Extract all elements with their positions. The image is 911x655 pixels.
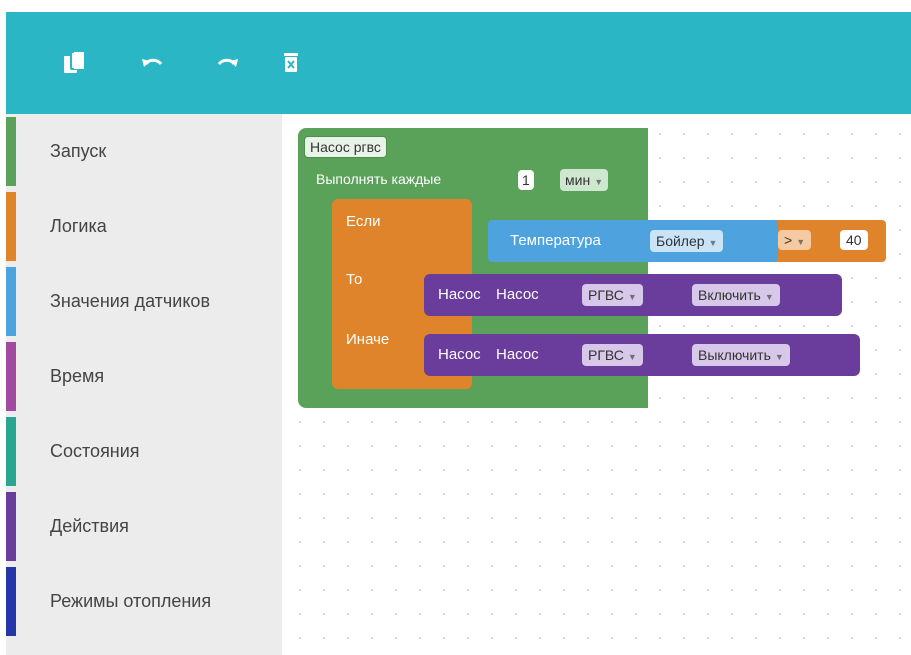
command-value: Включить	[698, 287, 761, 303]
category-logic[interactable]: Логика	[6, 189, 282, 264]
category-label: Логика	[50, 216, 107, 236]
action-label: Насос	[438, 346, 481, 363]
category-color-bar	[6, 567, 16, 636]
copy-button[interactable]	[62, 50, 88, 76]
category-states[interactable]: Состояния	[6, 414, 282, 489]
event-name-field[interactable]: Насос ргвс	[304, 136, 387, 158]
category-color-bar	[6, 492, 16, 561]
blocks-workspace[interactable]: Насос ргвс Выполнять каждые 1 мин ▼ Если …	[282, 114, 911, 655]
category-label: Запуск	[50, 141, 107, 161]
command-dropdown[interactable]: Включить ▼	[692, 284, 780, 306]
chevron-down-icon: ▼	[796, 237, 806, 247]
sensor-dropdown[interactable]: Бойлер ▼	[650, 230, 724, 252]
category-label: Режимы отопления	[50, 591, 212, 611]
category-color-bar	[6, 267, 16, 336]
if-label: Если	[346, 213, 381, 230]
sensor-block[interactable]: Температура Бойлер ▼	[488, 220, 778, 262]
operator-value: >	[784, 232, 793, 248]
then-label: То	[346, 271, 363, 288]
redo-icon	[215, 52, 241, 74]
unit-dropdown[interactable]: мин ▼	[560, 169, 609, 191]
block-category-sidebar: Запуск Логика Значения датчиков Время Со…	[6, 114, 282, 655]
category-actions[interactable]: Действия	[6, 489, 282, 564]
repeat-label: Выполнять каждые	[316, 171, 442, 187]
category-color-bar	[6, 117, 16, 186]
category-time[interactable]: Время	[6, 339, 282, 414]
chevron-down-icon: ▼	[764, 292, 774, 302]
undo-icon	[139, 52, 165, 74]
compare-block[interactable]: > ▼ 40	[770, 220, 886, 262]
action-label: Насос	[438, 286, 481, 303]
category-sensor-values[interactable]: Значения датчиков	[6, 264, 282, 339]
device-value: РГВС	[588, 347, 624, 363]
chevron-down-icon: ▼	[708, 238, 718, 248]
else-action-block[interactable]: Насос Насос РГВС ▼ Выключить ▼	[424, 334, 860, 376]
operator-dropdown[interactable]: > ▼	[778, 230, 812, 250]
device-value: РГВС	[588, 287, 624, 303]
category-launch[interactable]: Запуск	[6, 114, 282, 189]
device-type-label: Насос	[496, 286, 539, 303]
chevron-down-icon: ▼	[627, 352, 637, 362]
trash-icon	[281, 51, 301, 75]
command-dropdown[interactable]: Выключить ▼	[692, 344, 790, 366]
category-color-bar	[6, 417, 16, 486]
undo-button[interactable]	[139, 50, 165, 76]
sensor-label: Температура	[510, 232, 601, 249]
unit-value: мин	[565, 172, 591, 188]
interval-field[interactable]: 1	[518, 170, 534, 190]
category-label: Состояния	[50, 441, 140, 461]
app-window: Запуск Логика Значения датчиков Время Со…	[6, 12, 911, 655]
chevron-down-icon: ▼	[594, 177, 604, 187]
chevron-down-icon: ▼	[774, 352, 784, 362]
delete-button[interactable]	[278, 50, 304, 76]
then-action-block[interactable]: Насос Насос РГВС ▼ Включить ▼	[424, 274, 842, 316]
copy-icon	[62, 50, 88, 76]
category-label: Действия	[50, 516, 129, 536]
category-heating-modes[interactable]: Режимы отопления	[6, 564, 282, 639]
device-dropdown[interactable]: РГВС ▼	[582, 344, 643, 366]
device-type-label: Насос	[496, 346, 539, 363]
sensor-value: Бойлер	[656, 233, 705, 249]
category-color-bar	[6, 342, 16, 411]
toolbar	[6, 12, 911, 114]
chevron-down-icon: ▼	[627, 292, 637, 302]
category-color-bar	[6, 192, 16, 261]
command-value: Выключить	[698, 347, 771, 363]
else-label: Иначе	[346, 331, 390, 348]
category-label: Значения датчиков	[50, 291, 211, 311]
threshold-field[interactable]: 40	[840, 230, 868, 250]
category-label: Время	[50, 366, 105, 386]
device-dropdown[interactable]: РГВС ▼	[582, 284, 643, 306]
redo-button[interactable]	[215, 50, 241, 76]
